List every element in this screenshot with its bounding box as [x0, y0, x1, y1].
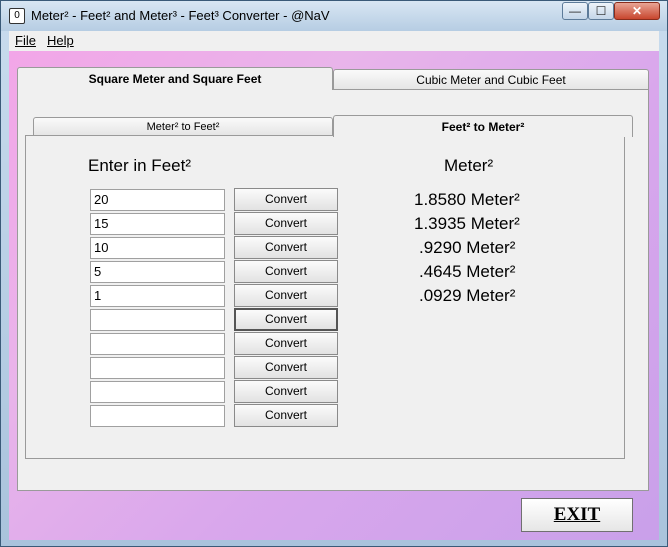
- convert-button-1[interactable]: Convert: [234, 188, 338, 211]
- result-4: .4645 Meter²: [419, 262, 516, 281]
- convert-button-8[interactable]: Convert: [234, 356, 338, 379]
- feet-input-3[interactable]: 10: [90, 237, 225, 259]
- app-icon[interactable]: 0: [9, 8, 25, 24]
- tab-square-meter-feet[interactable]: Square Meter and Square Feet: [17, 67, 333, 90]
- result-2: 1.3935 Meter²: [414, 214, 520, 233]
- convert-button-7[interactable]: Convert: [234, 332, 338, 355]
- feet-to-meter-panel: Enter in Feet² Meter² 20 15 10 5 1 Conve…: [25, 135, 625, 459]
- feet-input-1[interactable]: 20: [90, 189, 225, 211]
- result-3: .9290 Meter²: [419, 238, 516, 257]
- convert-button-4[interactable]: Convert: [234, 260, 338, 283]
- convert-button-2[interactable]: Convert: [234, 212, 338, 235]
- result-1: 1.8580 Meter²: [414, 190, 520, 209]
- feet-input-10[interactable]: [90, 405, 225, 427]
- menu-bar: File Help: [9, 31, 659, 51]
- exit-button[interactable]: EXIT: [521, 498, 633, 532]
- feet-input-6[interactable]: [90, 309, 225, 331]
- result-5: .0929 Meter²: [419, 286, 516, 305]
- close-button[interactable]: ✕: [614, 2, 660, 20]
- title-bar[interactable]: 0 Meter² - Feet² and Meter³ - Feet³ Conv…: [1, 1, 667, 31]
- feet-input-5[interactable]: 1: [90, 285, 225, 307]
- feet-input-9[interactable]: [90, 381, 225, 403]
- menu-help[interactable]: Help: [47, 33, 74, 48]
- result-heading: Meter²: [444, 156, 494, 175]
- tab-feet-to-meter[interactable]: Feet² to Meter²: [333, 115, 633, 137]
- maximize-button[interactable]: ☐: [588, 2, 614, 20]
- convert-button-9[interactable]: Convert: [234, 380, 338, 403]
- feet-input-8[interactable]: [90, 357, 225, 379]
- menu-file[interactable]: File: [15, 33, 36, 48]
- convert-button-5[interactable]: Convert: [234, 284, 338, 307]
- feet-input-7[interactable]: [90, 333, 225, 355]
- tab-cubic-meter-feet[interactable]: Cubic Meter and Cubic Feet: [333, 69, 649, 90]
- tab-meter-to-feet[interactable]: Meter² to Feet²: [33, 117, 333, 136]
- convert-button-3[interactable]: Convert: [234, 236, 338, 259]
- minimize-button[interactable]: —: [562, 2, 588, 20]
- feet-input-4[interactable]: 5: [90, 261, 225, 283]
- window-title: Meter² - Feet² and Meter³ - Feet³ Conver…: [31, 8, 330, 23]
- input-heading: Enter in Feet²: [88, 156, 191, 175]
- convert-button-6[interactable]: Convert: [234, 308, 338, 331]
- client-area: Square Meter and Square Feet Cubic Meter…: [9, 51, 659, 540]
- app-window: 0 Meter² - Feet² and Meter³ - Feet³ Conv…: [0, 0, 668, 547]
- feet-input-2[interactable]: 15: [90, 213, 225, 235]
- convert-button-10[interactable]: Convert: [234, 404, 338, 427]
